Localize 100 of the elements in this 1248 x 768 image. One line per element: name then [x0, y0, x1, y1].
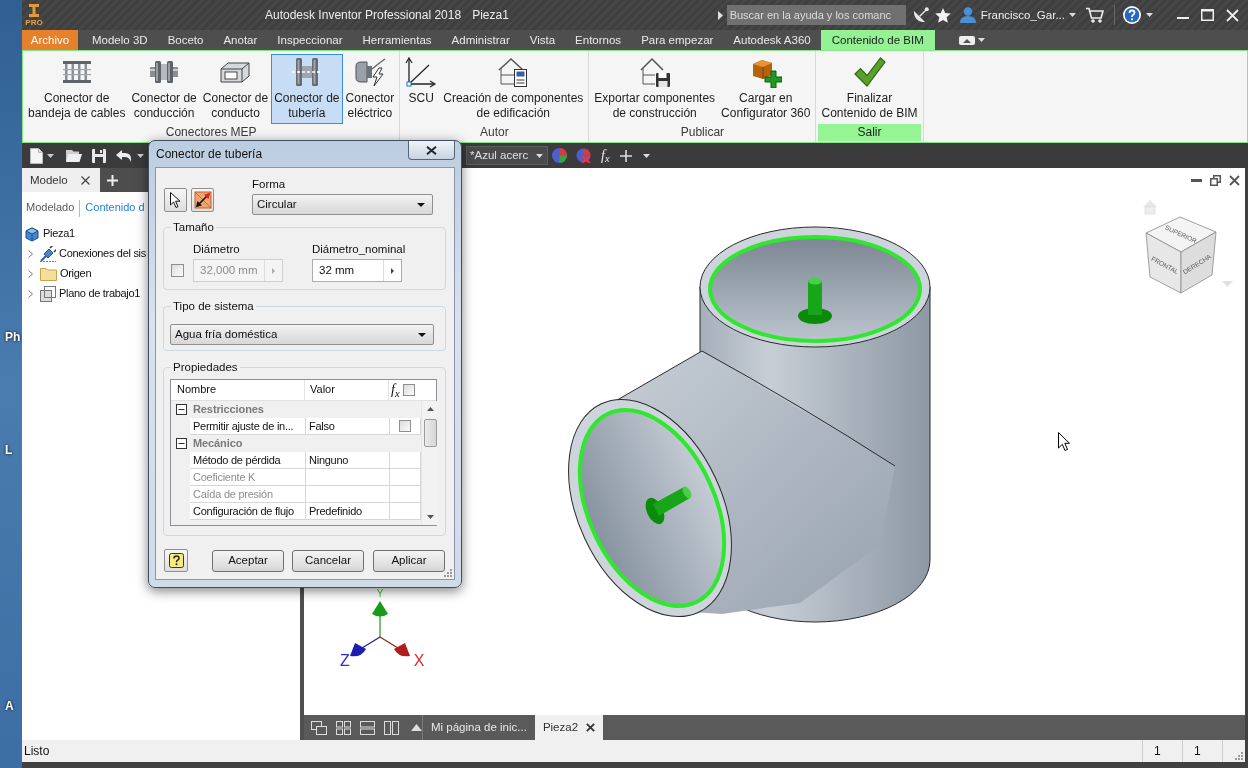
ribbon-tab[interactable]: Vista [519, 30, 566, 50]
caret-down-icon[interactable] [137, 153, 144, 158]
ribbon-tab[interactable]: Inspeccionar [267, 30, 353, 50]
tree-item[interactable]: Plano de trabajo1 [59, 287, 141, 301]
search-field[interactable]: Buscar en la ayuda y los comanc [726, 5, 906, 25]
help-button[interactable] [164, 549, 188, 572]
tree-item[interactable]: Conexiones del sis [59, 247, 146, 261]
caret-down-icon[interactable] [642, 153, 650, 158]
panel-title: Publicar [679, 124, 726, 141]
axis-triad[interactable] [350, 601, 410, 657]
caret-down-icon[interactable] [1069, 13, 1076, 17]
horizontal-split-icon[interactable] [360, 720, 375, 735]
document-tab[interactable]: Mi página de inic... [423, 715, 535, 740]
browser-subtab[interactable]: Modelado [26, 201, 75, 215]
ribbon-button[interactable]: Finalizar Contenido de BIM [818, 54, 921, 124]
restore-icon[interactable] [1210, 175, 1221, 186]
plus-icon[interactable] [619, 149, 632, 162]
close-icon[interactable] [81, 175, 90, 185]
cascade-windows-icon[interactable] [311, 720, 327, 735]
help-icon[interactable] [1123, 6, 1141, 24]
ribbon-tab[interactable]: Administrar [441, 30, 520, 50]
collapse-icon[interactable] [176, 404, 187, 415]
apply-button[interactable]: Aplicar [373, 549, 445, 572]
star-icon[interactable] [934, 7, 951, 23]
system-type-dropdown[interactable]: Agua fría doméstica [170, 324, 434, 345]
shape-dropdown[interactable]: Circular [252, 194, 433, 215]
save-icon[interactable] [92, 148, 106, 163]
caret-down-icon[interactable] [1146, 13, 1153, 17]
user-name[interactable]: Francisco_Gar... [980, 7, 1065, 23]
checkbox[interactable] [399, 420, 411, 432]
help-icon [168, 553, 184, 568]
select-button[interactable] [164, 188, 187, 212]
resize-grip-icon[interactable] [444, 569, 452, 577]
user-icon[interactable] [959, 7, 976, 23]
plus-icon[interactable] [107, 174, 118, 186]
view-cube[interactable] [1145, 216, 1217, 294]
vertical-split-icon[interactable] [384, 720, 399, 735]
mouse-pointer-icon [1058, 432, 1070, 451]
document-tab[interactable]: Pieza2 [534, 715, 604, 740]
checkbox[interactable] [171, 264, 184, 277]
ribbon-button[interactable]: Conector de bandeja de cables [25, 54, 129, 124]
appearance-dropdown[interactable]: *Azul acerc [466, 146, 548, 165]
caret-right-icon[interactable] [717, 10, 723, 20]
triangle-up-icon[interactable] [411, 724, 422, 731]
tree-item[interactable]: Pieza1 [43, 227, 75, 241]
ribbon-tab[interactable]: Autodesk A360 [723, 30, 821, 50]
tree-item[interactable]: Origen [60, 267, 92, 281]
ribbon-tab[interactable]: Para empezar [631, 30, 724, 50]
resize-grip-icon[interactable] [1235, 752, 1243, 760]
caret-right-icon[interactable] [391, 267, 394, 274]
ribbon-button[interactable]: Cargar en Configurator 360 [718, 54, 814, 124]
flip-button[interactable] [191, 188, 214, 212]
scroll-up-icon[interactable] [426, 407, 434, 411]
ribbon-button[interactable]: Conector de tubería [271, 54, 343, 124]
clear-sphere-icon[interactable] [576, 148, 591, 163]
folder-icon[interactable] [66, 149, 82, 162]
ribbon-tab[interactable]: Herramientas [352, 30, 442, 50]
category-label: Restricciones [193, 402, 264, 417]
scrollbar[interactable] [421, 401, 438, 525]
collapse-icon[interactable] [176, 438, 187, 449]
ribbon-button[interactable]: Conector de conducto [199, 54, 272, 124]
ribbon-tab[interactable]: Boceto [157, 30, 214, 50]
ribbon-button[interactable]: Conector de conducción [128, 54, 200, 124]
chevron-right-icon[interactable] [28, 250, 33, 258]
ribbon-button[interactable]: Creación de componentes de edificación [440, 54, 587, 124]
pipe-tee-model[interactable] [568, 226, 931, 623]
tile-windows-icon[interactable] [336, 720, 351, 735]
ribbon-button[interactable]: SCU [402, 54, 441, 124]
close-button[interactable] [408, 141, 455, 160]
browser-subtab[interactable]: Contenido d [85, 201, 145, 215]
cart-icon[interactable] [1086, 7, 1104, 23]
column-header: Nombre [171, 380, 305, 400]
column-header: Valor [305, 380, 389, 400]
ribbon-tab[interactable]: Contenido de BIM [820, 30, 935, 50]
undo-icon[interactable] [116, 149, 131, 162]
browser-tab[interactable]: Modelo [22, 168, 100, 192]
maximize-icon[interactable] [1201, 9, 1214, 21]
ribbon-tab[interactable]: Modelo 3D [82, 30, 158, 50]
house-panel-icon [497, 56, 530, 88]
formula-button[interactable]: f$_{x}$ [601, 148, 610, 163]
chevron-right-icon[interactable] [28, 270, 33, 278]
satellite-dish-icon[interactable] [912, 7, 929, 23]
ribbon-tab[interactable]: Anotar [213, 30, 268, 50]
close-icon[interactable] [586, 723, 596, 732]
new-document-icon[interactable] [30, 147, 43, 164]
color-sphere-icon[interactable] [552, 148, 567, 163]
ok-button[interactable]: Aceptar [212, 549, 284, 572]
ribbon-tab[interactable]: Entornos [565, 30, 632, 50]
caret-down-icon[interactable] [47, 153, 54, 158]
ribbon-button[interactable]: Conector eléctrico [342, 54, 398, 124]
ribbon-button[interactable]: Exportar componentes de construcción [591, 54, 719, 124]
chevron-right-icon[interactable] [28, 290, 33, 298]
input-field[interactable]: 32 mm [312, 259, 402, 282]
cancel-button[interactable]: Cancelar [292, 549, 364, 572]
close-icon[interactable] [1229, 175, 1240, 186]
checkbox[interactable] [402, 384, 415, 396]
panel-title: Autor [478, 124, 510, 141]
scroll-down-icon[interactable] [426, 515, 434, 519]
status-field: 1 [1182, 740, 1222, 762]
scrollbar-thumb[interactable] [423, 419, 437, 447]
